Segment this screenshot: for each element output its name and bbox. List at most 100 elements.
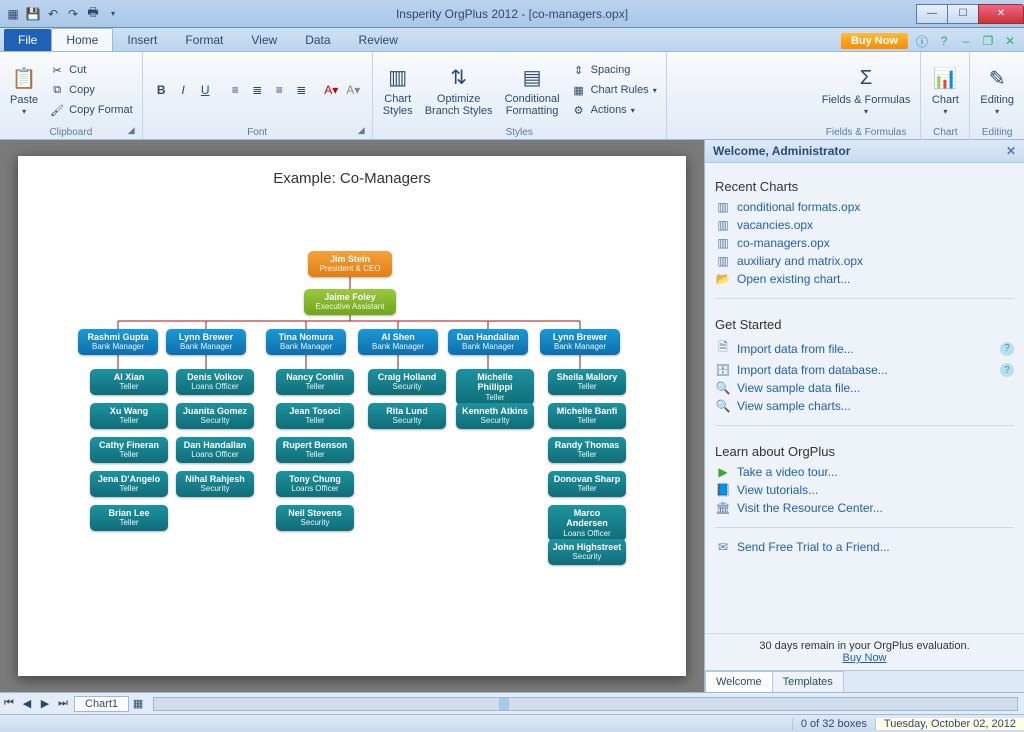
org-node[interactable]: Jean TosociTeller	[276, 403, 354, 429]
resource-center-link[interactable]: 🏛Visit the Resource Center...	[715, 499, 1014, 517]
close-button[interactable]: ✕	[978, 4, 1024, 24]
help-icon[interactable]: ?	[1000, 342, 1014, 356]
org-node[interactable]: Cathy FineranTeller	[90, 437, 168, 463]
qat-dropdown-icon[interactable]: ▾	[104, 5, 122, 23]
org-node[interactable]: Jaime FoleyExecutive Assistant	[304, 289, 396, 315]
help-icon[interactable]: ⓘ	[914, 33, 930, 49]
next-sheet-icon[interactable]: ▶	[36, 697, 54, 710]
restore-window-icon[interactable]: ❐	[980, 33, 996, 49]
first-sheet-icon[interactable]: ⏮	[0, 697, 18, 710]
org-node[interactable]: Rashmi GuptaBank Manager	[78, 329, 158, 355]
copy-format-button[interactable]: 🖌Copy Format	[46, 101, 136, 119]
sheet-options-icon[interactable]: ▦	[129, 697, 147, 710]
org-node[interactable]: Dan HandallanBank Manager	[448, 329, 528, 355]
spacing-button[interactable]: ⇕Spacing	[568, 61, 660, 79]
import-file-link[interactable]: 🗎Import data from file...?	[715, 336, 1014, 361]
tab-insert[interactable]: Insert	[113, 29, 171, 51]
actions-button[interactable]: ⚙Actions ▾	[568, 101, 660, 119]
org-node[interactable]: Craig HollandSecurity	[368, 369, 446, 395]
font-color-button[interactable]: A▾	[321, 80, 341, 100]
open-existing-link[interactable]: 📂Open existing chart...	[715, 270, 1014, 288]
app-icon[interactable]: ▦	[4, 5, 22, 23]
import-db-link[interactable]: 🗄Import data from database...?	[715, 361, 1014, 379]
editing-button[interactable]: ✎Editing▾	[976, 63, 1018, 118]
org-node[interactable]: Kenneth AtkinsSecurity	[456, 403, 534, 429]
org-node[interactable]: Michelle PhillippiTeller	[456, 369, 534, 405]
org-node[interactable]: Jim SteinPresident & CEO	[308, 251, 392, 277]
tab-data[interactable]: Data	[291, 29, 344, 51]
panel-tab-templates[interactable]: Templates	[772, 671, 844, 692]
optimize-branch-button[interactable]: ⇅Optimize Branch Styles	[421, 62, 497, 119]
org-node[interactable]: Neil StevensSecurity	[276, 505, 354, 531]
dialog-launcher-icon[interactable]: ◢	[128, 125, 140, 137]
print-icon[interactable]: 🖶	[84, 5, 102, 23]
sheet-tab[interactable]: Chart1	[74, 696, 129, 712]
chart-rules-button[interactable]: ▦Chart Rules ▾	[568, 81, 660, 99]
horizontal-scrollbar[interactable]	[153, 697, 1018, 711]
org-node[interactable]: Rupert BensonTeller	[276, 437, 354, 463]
org-node[interactable]: Al XianTeller	[90, 369, 168, 395]
org-node[interactable]: John HighstreetSecurity	[548, 539, 626, 565]
italic-button[interactable]: I	[173, 80, 193, 100]
minimize-ribbon-icon[interactable]: –	[958, 33, 974, 49]
align-right-button[interactable]: ≡	[269, 80, 289, 100]
recent-chart-link[interactable]: ▥conditional formats.opx	[715, 198, 1014, 216]
org-node[interactable]: Sheila MalloryTeller	[548, 369, 626, 395]
chart-button[interactable]: 📊Chart▾	[927, 63, 963, 118]
undo-icon[interactable]: ↶	[44, 5, 62, 23]
tab-view[interactable]: View	[237, 29, 291, 51]
org-node[interactable]: Jena D'AngeloTeller	[90, 471, 168, 497]
tab-review[interactable]: Review	[345, 29, 412, 51]
org-node[interactable]: Donovan SharpTeller	[548, 471, 626, 497]
org-node[interactable]: Al ShenBank Manager	[358, 329, 438, 355]
buy-now-button[interactable]: Buy Now	[841, 33, 908, 49]
org-node[interactable]: Rita LundSecurity	[368, 403, 446, 429]
tab-home[interactable]: Home	[51, 28, 113, 51]
copy-button[interactable]: ⧉Copy	[46, 81, 136, 99]
recent-chart-link[interactable]: ▥vacancies.opx	[715, 216, 1014, 234]
help-icon[interactable]: ?	[1000, 363, 1014, 377]
prev-sheet-icon[interactable]: ◀	[18, 697, 36, 710]
org-node[interactable]: Denis VolkovLoans Officer	[176, 369, 254, 395]
maximize-button[interactable]: ☐	[947, 4, 979, 24]
whats-this-icon[interactable]: ?	[936, 33, 952, 49]
trial-buy-now-link[interactable]: Buy Now	[842, 652, 886, 664]
org-node[interactable]: Nihal RahjeshSecurity	[176, 471, 254, 497]
canvas-area[interactable]: Example: Co-Managers Jim SteinPresident …	[0, 140, 704, 692]
redo-icon[interactable]: ↷	[64, 5, 82, 23]
align-left-button[interactable]: ≡	[225, 80, 245, 100]
tab-format[interactable]: Format	[171, 29, 237, 51]
send-trial-link[interactable]: ✉Send Free Trial to a Friend...	[715, 538, 1014, 556]
org-node[interactable]: Dan HandallanLoans Officer	[176, 437, 254, 463]
view-tutorials-link[interactable]: 📘View tutorials...	[715, 481, 1014, 499]
conditional-formatting-button[interactable]: ▤Conditional Formatting	[501, 62, 564, 119]
org-node[interactable]: Randy ThomasTeller	[548, 437, 626, 463]
org-node[interactable]: Michelle BanfiTeller	[548, 403, 626, 429]
org-node[interactable]: Xu WangTeller	[90, 403, 168, 429]
org-node[interactable]: Nancy ConlinTeller	[276, 369, 354, 395]
org-node[interactable]: Lynn BrewerBank Manager	[166, 329, 246, 355]
chart-styles-button[interactable]: ▥Chart Styles	[379, 62, 417, 119]
save-icon[interactable]: 💾	[24, 5, 42, 23]
close-doc-icon[interactable]: ✕	[1002, 33, 1018, 49]
org-node[interactable]: Tina NomuraBank Manager	[266, 329, 346, 355]
bold-button[interactable]: B	[151, 80, 171, 100]
org-node[interactable]: Tony ChungLoans Officer	[276, 471, 354, 497]
close-panel-icon[interactable]: ✕	[1006, 144, 1016, 158]
paste-button[interactable]: 📋Paste▾	[6, 63, 42, 118]
fields-formulas-button[interactable]: ΣFields & Formulas▾	[818, 63, 915, 118]
org-node[interactable]: Marco AndersenLoans Officer	[548, 505, 626, 541]
recent-chart-link[interactable]: ▥co-managers.opx	[715, 234, 1014, 252]
view-sample-charts-link[interactable]: 🔍View sample charts...	[715, 397, 1014, 415]
dialog-launcher-icon[interactable]: ◢	[358, 125, 370, 137]
last-sheet-icon[interactable]: ⏭	[54, 697, 72, 710]
align-center-button[interactable]: ≣	[247, 80, 267, 100]
highlight-button[interactable]: A▾	[343, 80, 363, 100]
org-node[interactable]: Brian LeeTeller	[90, 505, 168, 531]
underline-button[interactable]: U	[195, 80, 215, 100]
cut-button[interactable]: ✂Cut	[46, 61, 136, 79]
minimize-button[interactable]: —	[916, 4, 948, 24]
video-tour-link[interactable]: ▶Take a video tour...	[715, 463, 1014, 481]
file-tab[interactable]: File	[4, 29, 51, 51]
view-sample-data-link[interactable]: 🔍View sample data file...	[715, 379, 1014, 397]
